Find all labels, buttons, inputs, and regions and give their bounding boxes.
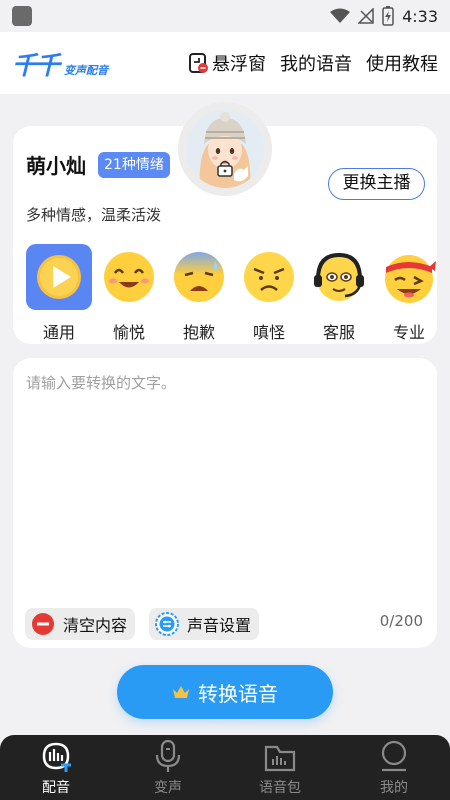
- voice-name: 萌小灿: [26, 154, 86, 178]
- crown-icon: [173, 686, 189, 698]
- text-input[interactable]: [26, 372, 424, 602]
- emotion-label: 抱歉: [182, 323, 215, 342]
- app-header: 千千 变声配音 悬浮窗 我的语音 使用教程: [0, 32, 450, 94]
- emotion-item-service[interactable]: 客服: [306, 244, 372, 344]
- tab-label: 配音: [42, 780, 70, 796]
- tab-label: 我的: [380, 780, 408, 796]
- tab-voice-change[interactable]: 变声: [112, 735, 224, 800]
- tutorial-link[interactable]: 使用教程: [366, 50, 438, 76]
- tab-profile[interactable]: 我的: [338, 735, 450, 800]
- change-voice-button[interactable]: 更换主播: [328, 168, 425, 200]
- emotion-label: 嗔怪: [252, 323, 285, 342]
- emotion-item-sorry[interactable]: 抱歉: [166, 244, 232, 344]
- floating-window-icon: [189, 53, 208, 73]
- emotion-list: 通用 愉悦 抱歉 嗔怪 客服 专业: [26, 244, 436, 344]
- clear-content-button[interactable]: 清空内容: [25, 608, 136, 640]
- emotion-label: 客服: [322, 323, 355, 342]
- emotion-count-badge: 21种情绪: [98, 152, 170, 178]
- tab-dubbing[interactable]: 配音: [0, 735, 112, 800]
- notification-icon: [12, 6, 32, 26]
- tab-voice-pack[interactable]: 语音包: [224, 735, 336, 800]
- status-indicators: 4:33: [330, 4, 438, 28]
- minus-circle-icon: [32, 613, 54, 635]
- convert-voice-label: 转换语音: [198, 681, 278, 706]
- battery-icon: [382, 6, 394, 26]
- emotion-label: 通用: [42, 323, 75, 342]
- emotion-item-happy[interactable]: 愉悦: [96, 244, 162, 344]
- signal-icon: [358, 8, 374, 24]
- app-logo: 千千 变声配音: [12, 46, 108, 82]
- tab-label: 语音包: [259, 780, 301, 796]
- tab-label: 变声: [154, 780, 182, 796]
- floating-window-label: 悬浮窗: [212, 54, 266, 75]
- emotion-item-general[interactable]: 通用: [26, 244, 92, 344]
- my-voices-link[interactable]: 我的语音: [280, 50, 352, 76]
- sound-settings-label: 声音设置: [187, 616, 252, 635]
- voice-description: 多种情感，温柔活泼: [26, 206, 162, 224]
- smile-emoji-icon: [96, 244, 162, 310]
- annoyed-emoji-icon: [236, 244, 302, 310]
- sweat-emoji-icon: [166, 244, 232, 310]
- logo-main-text: 千千: [12, 51, 60, 80]
- status-time: 4:33: [402, 6, 438, 26]
- emotion-label: 专业: [392, 323, 425, 342]
- wifi-icon: [330, 8, 351, 23]
- wink-emoji-icon: [376, 244, 442, 310]
- status-bar: 4:33: [0, 0, 450, 32]
- play-icon: [26, 244, 92, 310]
- bottom-tab-bar: 配音 变声 语音包 我的: [0, 735, 450, 800]
- voice-avatar-frame[interactable]: [178, 102, 272, 196]
- floating-window-button[interactable]: 悬浮窗: [188, 50, 266, 76]
- emotion-item-annoyed[interactable]: 嗔怪: [236, 244, 302, 344]
- clear-content-label: 清空内容: [63, 616, 128, 635]
- profile-icon: [338, 735, 450, 773]
- logo-sub-text: 变声配音: [64, 64, 109, 77]
- lock-icon: [217, 160, 233, 177]
- dubbing-icon: [0, 735, 112, 773]
- header-nav: 悬浮窗 我的语音 使用教程: [188, 50, 438, 76]
- headset-emoji-icon: [306, 244, 372, 310]
- emotion-item-professional[interactable]: 专业: [376, 244, 442, 344]
- microphone-icon: [112, 735, 224, 773]
- text-input-card: 清空内容 声音设置 0/200: [13, 358, 437, 648]
- sound-settings-button[interactable]: 声音设置: [149, 608, 260, 640]
- sound-settings-icon: [155, 612, 179, 636]
- convert-voice-button[interactable]: 转换语音: [117, 665, 333, 719]
- emotion-label: 愉悦: [112, 323, 145, 342]
- voice-pack-icon: [224, 735, 336, 773]
- character-counter: 0/200: [379, 612, 423, 630]
